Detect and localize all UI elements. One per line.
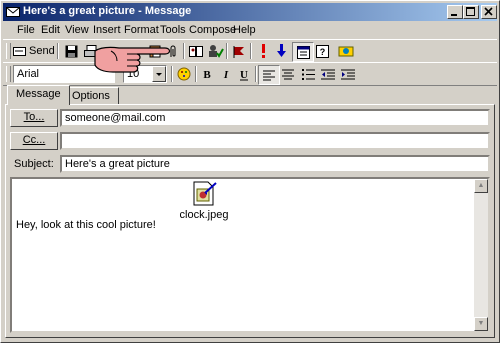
- title-bar[interactable]: Here's a great picture - Message: [3, 3, 497, 21]
- help-button[interactable]: ?: [312, 42, 332, 60]
- increase-indent-button[interactable]: [338, 65, 358, 83]
- italic-icon: I: [223, 69, 229, 80]
- menu-tools[interactable]: Tools: [160, 24, 186, 36]
- tab-strip: Message Options: [3, 85, 497, 105]
- svg-text:B: B: [203, 69, 211, 80]
- center-button[interactable]: [278, 65, 298, 83]
- message-window: Here's a great picture - Message File Ed…: [0, 0, 500, 343]
- menu-insert[interactable]: Insert: [93, 24, 121, 36]
- image-file-icon: [193, 181, 217, 206]
- separator: [255, 66, 257, 82]
- font-color-button[interactable]: [174, 65, 194, 83]
- bold-button[interactable]: B: [197, 65, 217, 83]
- svg-text:?: ?: [319, 47, 325, 57]
- save-icon: [65, 45, 77, 57]
- separator: [183, 43, 185, 59]
- font-value: Arial: [17, 68, 40, 80]
- menu-view[interactable]: View: [65, 24, 89, 36]
- send-button[interactable]: Send: [13, 42, 55, 60]
- attachment-name: clock.jpeg: [179, 209, 229, 221]
- importance-high-button[interactable]: [253, 42, 273, 60]
- align-left-icon: [263, 70, 275, 80]
- separator: [250, 43, 252, 59]
- align-left-button[interactable]: [258, 65, 280, 85]
- options-button[interactable]: [336, 42, 356, 60]
- cc-field[interactable]: [60, 132, 490, 150]
- cc-button[interactable]: Cc...: [10, 132, 58, 150]
- close-icon: [484, 7, 493, 16]
- message-panel: To... someone@mail.com Cc... Subject: He…: [5, 104, 495, 338]
- to-label: To...: [23, 111, 45, 123]
- maximize-icon: [466, 7, 475, 16]
- maximize-button[interactable]: [463, 5, 479, 19]
- save-button[interactable]: [61, 42, 81, 60]
- underline-button[interactable]: U: [234, 65, 254, 83]
- address-book-icon: [188, 45, 203, 57]
- decrease-indent-icon: [321, 69, 335, 79]
- subject-label: Subject:: [14, 158, 54, 170]
- cc-label: Cc...: [22, 134, 46, 146]
- svg-text:I: I: [223, 69, 229, 80]
- formatting-toolbar: Arial 10 B I U: [3, 62, 497, 86]
- toolbar-grip[interactable]: [6, 43, 11, 59]
- body-text: Hey, look at this cool picture!: [16, 219, 156, 231]
- toolbar-grip[interactable]: [6, 66, 11, 82]
- importance-high-icon: [262, 44, 265, 58]
- vertical-scrollbar[interactable]: ▲ ▼: [474, 179, 488, 331]
- flag-button[interactable]: [229, 42, 249, 60]
- tab-options[interactable]: Options: [63, 87, 119, 104]
- close-button[interactable]: [481, 5, 497, 19]
- separator: [226, 43, 228, 59]
- menu-help[interactable]: Help: [233, 24, 256, 36]
- options-icon: [338, 46, 354, 57]
- check-names-button[interactable]: [206, 42, 226, 60]
- bold-icon: B: [203, 69, 211, 80]
- scroll-up-button[interactable]: ▲: [474, 179, 488, 193]
- increase-indent-icon: [341, 69, 355, 79]
- envelope-icon: [6, 7, 20, 17]
- address-book-button[interactable]: [186, 42, 206, 60]
- separator: [57, 43, 59, 59]
- help-icon: ?: [315, 44, 329, 58]
- menu-compose[interactable]: Compose: [189, 24, 236, 36]
- to-button[interactable]: To...: [10, 109, 58, 127]
- attachment[interactable]: clock.jpeg: [180, 181, 228, 221]
- standard-toolbar: Send ?: [3, 39, 497, 63]
- minimize-icon: [451, 14, 457, 16]
- menu-file[interactable]: File: [17, 24, 35, 36]
- window-title: Here's a great picture - Message: [23, 5, 192, 17]
- properties-icon: [296, 45, 310, 59]
- hand-pointer-icon: [94, 46, 171, 73]
- importance-low-icon: [277, 44, 286, 57]
- message-body[interactable]: clock.jpeg Hey, look at this cool pictur…: [10, 177, 490, 333]
- svg-text:U: U: [240, 69, 248, 81]
- menu-edit[interactable]: Edit: [41, 24, 60, 36]
- menu-bar: File Edit View Insert Format Tools Compo…: [3, 22, 497, 40]
- check-names-icon: [209, 45, 224, 58]
- minimize-button[interactable]: [447, 5, 463, 19]
- italic-button[interactable]: I: [216, 65, 236, 83]
- tab-message[interactable]: Message: [7, 85, 70, 105]
- importance-low-button[interactable]: [271, 42, 291, 60]
- decrease-indent-button[interactable]: [318, 65, 338, 83]
- subject-field[interactable]: Here's a great picture: [60, 155, 490, 173]
- menu-format[interactable]: Format: [124, 24, 159, 36]
- flag-icon: [233, 45, 244, 58]
- properties-button[interactable]: [292, 42, 314, 62]
- font-color-icon: [177, 67, 191, 81]
- send-icon: [13, 47, 26, 56]
- underline-icon: U: [240, 69, 248, 81]
- send-label: Send: [29, 45, 55, 57]
- bullets-icon: [301, 68, 315, 80]
- scroll-down-button[interactable]: ▼: [474, 317, 488, 331]
- bullets-button[interactable]: [298, 65, 318, 83]
- to-field[interactable]: someone@mail.com: [60, 109, 490, 127]
- center-icon: [282, 69, 294, 79]
